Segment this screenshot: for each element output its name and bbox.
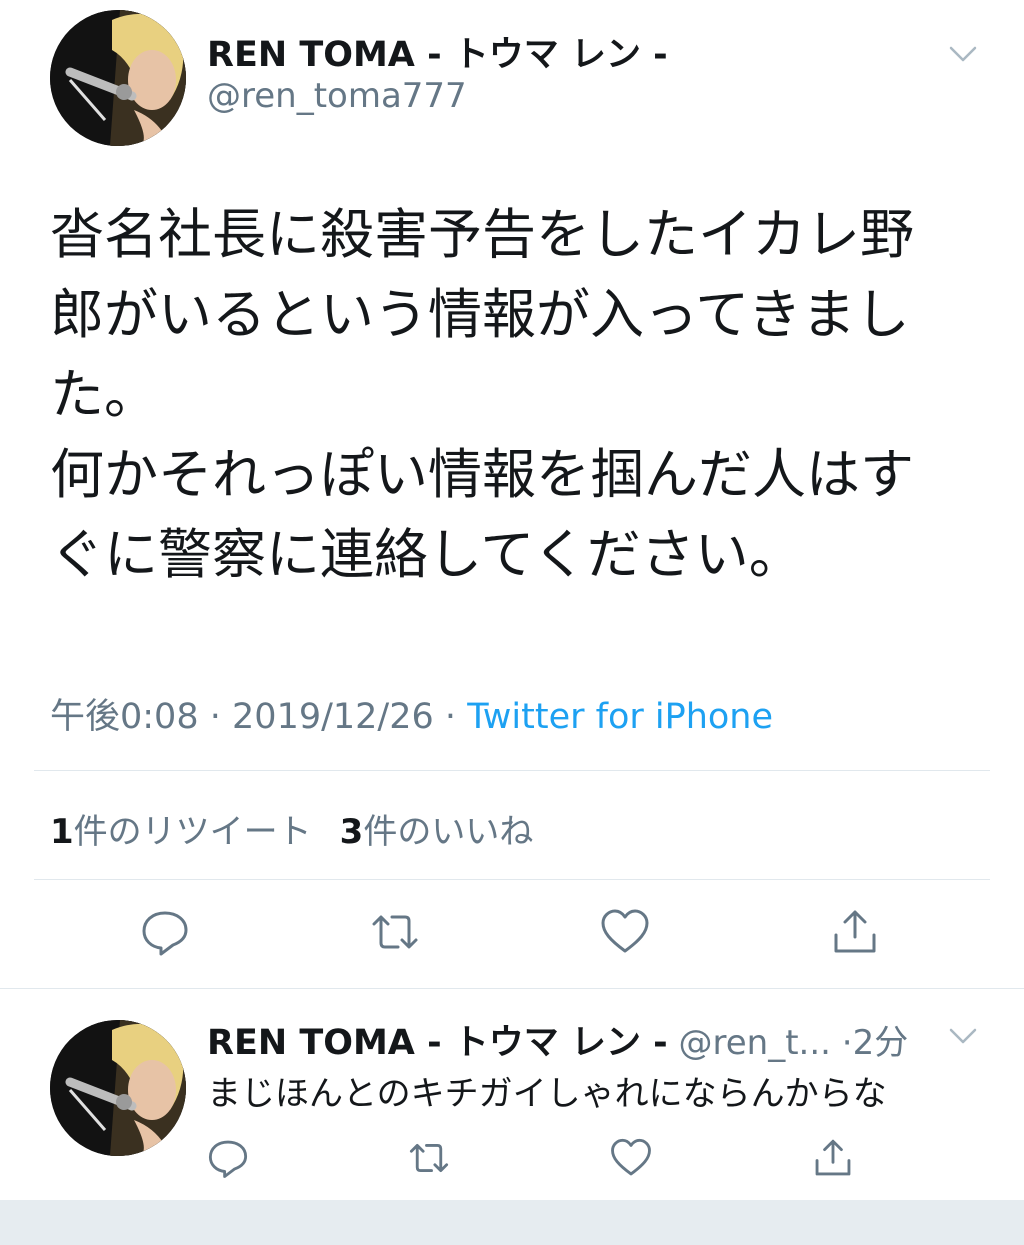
bottom-bar (0, 1200, 1024, 1245)
like-label: 件のいいね (363, 812, 534, 852)
reply-text: まじほんとのキチガイしゃれにならんからな (207, 1074, 887, 1114)
tweet-meta: 午後0:08 · 2019/12/26 · Twitter for iPhone (50, 688, 773, 739)
reply-header: REN TOMA - トウマ レン - @ren_t... ·2分 (207, 1014, 908, 1065)
meta-separator: · (209, 697, 221, 737)
retweet-label: 件のリツイート (73, 812, 312, 852)
divider (34, 770, 990, 771)
reply-time[interactable]: ·2分 (842, 1023, 908, 1063)
meta-separator: · (444, 697, 457, 737)
user-handle[interactable]: @ren_toma777 (207, 76, 467, 116)
reply-button[interactable] (140, 907, 190, 957)
user-handle[interactable]: @ren_t... (679, 1023, 831, 1063)
divider (0, 988, 1024, 989)
retweet-stat[interactable]: 1件のリツイート (50, 812, 312, 852)
like-stat[interactable]: 3件のいいね (340, 812, 534, 852)
tweet-stats: 1件のリツイート 3件のいいね (50, 804, 533, 853)
display-name[interactable]: REN TOMA - トウマ レン - (207, 26, 668, 77)
divider (34, 879, 990, 880)
avatar[interactable] (50, 1020, 186, 1156)
retweet-button[interactable] (370, 907, 420, 957)
tweet-source-link[interactable]: Twitter for iPhone (467, 697, 773, 737)
tweet-date[interactable]: 2019/12/26 (232, 697, 434, 737)
tweet-time: 午後0:08 (50, 697, 199, 737)
like-button[interactable] (610, 1137, 652, 1179)
retweet-icon (372, 915, 418, 949)
share-icon (834, 910, 876, 953)
tweet-text: 沓名社長に殺害予告をしたイカレ野 郎がいるという情報が入ってきまし た。 何かそ… (50, 203, 914, 586)
share-button[interactable] (812, 1137, 854, 1179)
like-button[interactable] (600, 907, 650, 957)
heart-icon (601, 909, 649, 953)
chevron-down-icon[interactable] (948, 1026, 978, 1046)
retweet-icon (409, 1143, 449, 1173)
like-count: 3 (339, 812, 364, 852)
display-name[interactable]: REN TOMA - トウマ レン - (207, 1023, 668, 1063)
chevron-down-icon[interactable] (948, 44, 978, 64)
reply-button[interactable] (207, 1137, 249, 1179)
share-icon (815, 1139, 851, 1176)
share-button[interactable] (830, 907, 880, 957)
retweet-count: 1 (50, 812, 74, 852)
avatar[interactable] (50, 10, 186, 146)
reply-icon (142, 911, 188, 956)
heart-icon (611, 1138, 651, 1176)
reply-icon (208, 1140, 248, 1178)
retweet-button[interactable] (408, 1137, 450, 1179)
